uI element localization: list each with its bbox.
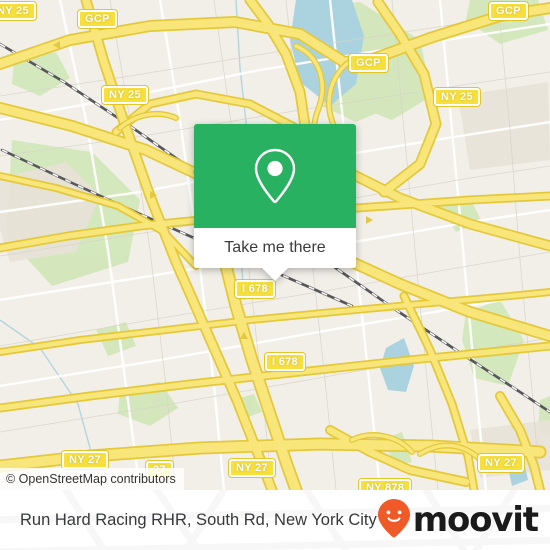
moovit-wordmark: moovit: [412, 500, 539, 540]
map-pin-icon: [252, 147, 298, 205]
map-attribution: © OpenStreetMap contributors: [0, 468, 184, 490]
road-shield: GCP: [489, 2, 528, 20]
footer-bar: Run Hard Racing RHR, South Rd, New York …: [0, 490, 550, 550]
road-shield: NY 27: [229, 459, 275, 477]
popup-image-panel: [194, 124, 356, 228]
road-shield: NY 27: [62, 451, 108, 469]
road-shield: I 678: [235, 280, 275, 298]
map-canvas[interactable]: NY 25GCPGCPNY 25GCPNY 25I 678I 678NY 272…: [0, 0, 550, 490]
location-popup-card[interactable]: Take me there: [194, 124, 356, 281]
popup-pointer-tail: [262, 268, 288, 281]
road-shield: NY 878: [359, 479, 412, 490]
place-title: Run Hard Racing RHR, South Rd, New York …: [20, 510, 377, 529]
moovit-map-share-card: NY 25GCPGCPNY 25GCPNY 25I 678I 678NY 272…: [0, 0, 550, 550]
road-shield: I 678: [265, 353, 305, 371]
road-shield: GCP: [78, 10, 117, 28]
popup-inner: Take me there: [194, 124, 356, 268]
road-shield: NY 25: [434, 88, 480, 106]
attribution-text: © OpenStreetMap contributors: [6, 472, 176, 486]
road-shield: GCP: [349, 54, 388, 72]
road-shield: NY 25: [0, 2, 36, 20]
take-me-there-label: Take me there: [224, 239, 326, 256]
moovit-logo[interactable]: moovit: [377, 498, 539, 543]
road-shield: NY 25: [102, 86, 148, 104]
moovit-pin-smiley-icon: [377, 498, 411, 543]
road-shield: NY 27: [478, 454, 524, 472]
take-me-there-button[interactable]: Take me there: [194, 228, 356, 268]
